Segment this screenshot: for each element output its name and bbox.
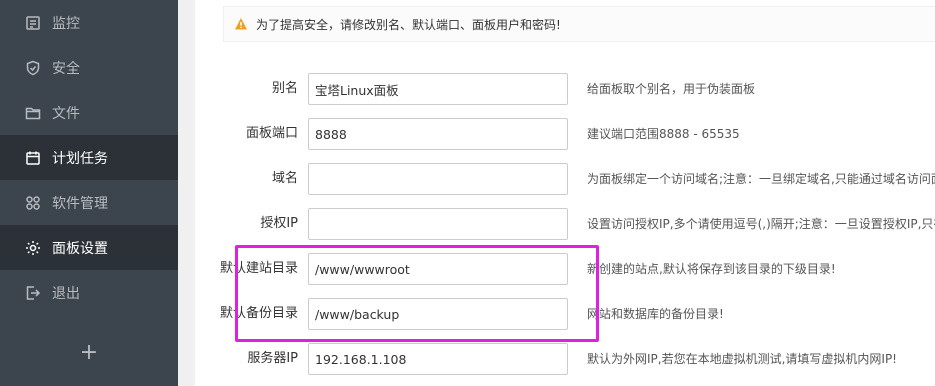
warning-icon	[234, 17, 248, 31]
alias-hint: 给面板取个别名，用于伪装面板	[587, 82, 756, 96]
auth-ip-hint: 设置访问授权IP,多个请使用逗号(,)隔开;注意：一旦设置授权IP,只有	[587, 217, 935, 231]
auth-ip-label: 授权IP	[260, 216, 298, 231]
add-button[interactable]: +	[0, 330, 178, 375]
port-hint: 建议端口范围8888 - 65535	[587, 127, 740, 141]
form-row-port: 面板端口 建议端口范围8888 - 65535	[195, 118, 935, 150]
sidebar-item-label: 面板设置	[52, 240, 108, 257]
sidebar: 监控 安全 文件 计划任务 软件管理 面板设置 退出 +	[0, 0, 178, 386]
domain-hint: 为面板绑定一个访问域名;注意：一旦绑定域名,只能通过域名访问面	[587, 172, 935, 186]
gear-icon	[24, 239, 42, 257]
sidebar-item-label: 退出	[52, 285, 80, 302]
sidebar-item-label: 安全	[52, 60, 80, 77]
sidebar-item-files[interactable]: 文件	[0, 90, 178, 135]
settings-panel: 为了提高安全，请修改别名、默认端口、面板用户和密码! 别名 给面板取个别名，用于…	[195, 0, 935, 386]
sidebar-item-security[interactable]: 安全	[0, 45, 178, 90]
monitor-icon	[24, 14, 42, 32]
site-dir-hint: 新创建的站点,默认将保存到该目录的下级目录!	[587, 262, 836, 276]
sidebar-item-monitor[interactable]: 监控	[0, 0, 178, 45]
server-ip-hint: 默认为外网IP,若您在本地虚拟机测试,请填写虚拟机内网IP!	[587, 352, 897, 366]
shield-icon	[24, 59, 42, 77]
sidebar-item-label: 计划任务	[52, 150, 108, 167]
backup-dir-hint: 网站和数据库的备份目录!	[587, 307, 724, 321]
sidebar-item-logout[interactable]: 退出	[0, 270, 178, 315]
sidebar-item-label: 监控	[52, 15, 80, 32]
sidebar-item-label: 文件	[52, 105, 80, 122]
server-ip-input[interactable]	[308, 343, 568, 375]
port-input[interactable]	[308, 118, 568, 150]
main-content: 为了提高安全，请修改别名、默认端口、面板用户和密码! 别名 给面板取个别名，用于…	[178, 0, 935, 386]
domain-label: 域名	[271, 171, 298, 186]
folder-icon	[24, 104, 42, 122]
domain-input[interactable]	[308, 163, 568, 195]
form-row-auth-ip: 授权IP 设置访问授权IP,多个请使用逗号(,)隔开;注意：一旦设置授权IP,只…	[195, 208, 935, 240]
apps-icon	[24, 194, 42, 212]
form-row-site-dir: 默认建站目录 新创建的站点,默认将保存到该目录的下级目录!	[195, 253, 935, 285]
form-row-backup-dir: 默认备份目录 网站和数据库的备份目录!	[195, 298, 935, 330]
security-notice: 为了提高安全，请修改别名、默认端口、面板用户和密码!	[223, 6, 935, 42]
port-label: 面板端口	[245, 126, 298, 141]
form-row-server-ip: 服务器IP 默认为外网IP,若您在本地虚拟机测试,请填写虚拟机内网IP!	[195, 343, 935, 375]
backup-dir-label: 默认备份目录	[219, 306, 298, 321]
form-row-domain: 域名 为面板绑定一个访问域名;注意：一旦绑定域名,只能通过域名访问面	[195, 163, 935, 195]
logout-icon	[24, 284, 42, 302]
server-ip-label: 服务器IP	[247, 351, 298, 366]
site-dir-input[interactable]	[308, 253, 568, 285]
sidebar-item-settings[interactable]: 面板设置	[0, 225, 178, 270]
sidebar-item-cron[interactable]: 计划任务	[0, 135, 178, 180]
calendar-icon	[24, 149, 42, 167]
backup-dir-input[interactable]	[308, 298, 568, 330]
alias-input[interactable]	[308, 73, 568, 105]
sidebar-item-label: 软件管理	[52, 195, 108, 212]
form-row-alias: 别名 给面板取个别名，用于伪装面板	[195, 73, 935, 105]
auth-ip-input[interactable]	[308, 208, 568, 240]
sidebar-item-software[interactable]: 软件管理	[0, 180, 178, 225]
notice-text: 为了提高安全，请修改别名、默认端口、面板用户和密码!	[256, 17, 561, 32]
site-dir-label: 默认建站目录	[219, 261, 298, 276]
alias-label: 别名	[271, 81, 298, 96]
